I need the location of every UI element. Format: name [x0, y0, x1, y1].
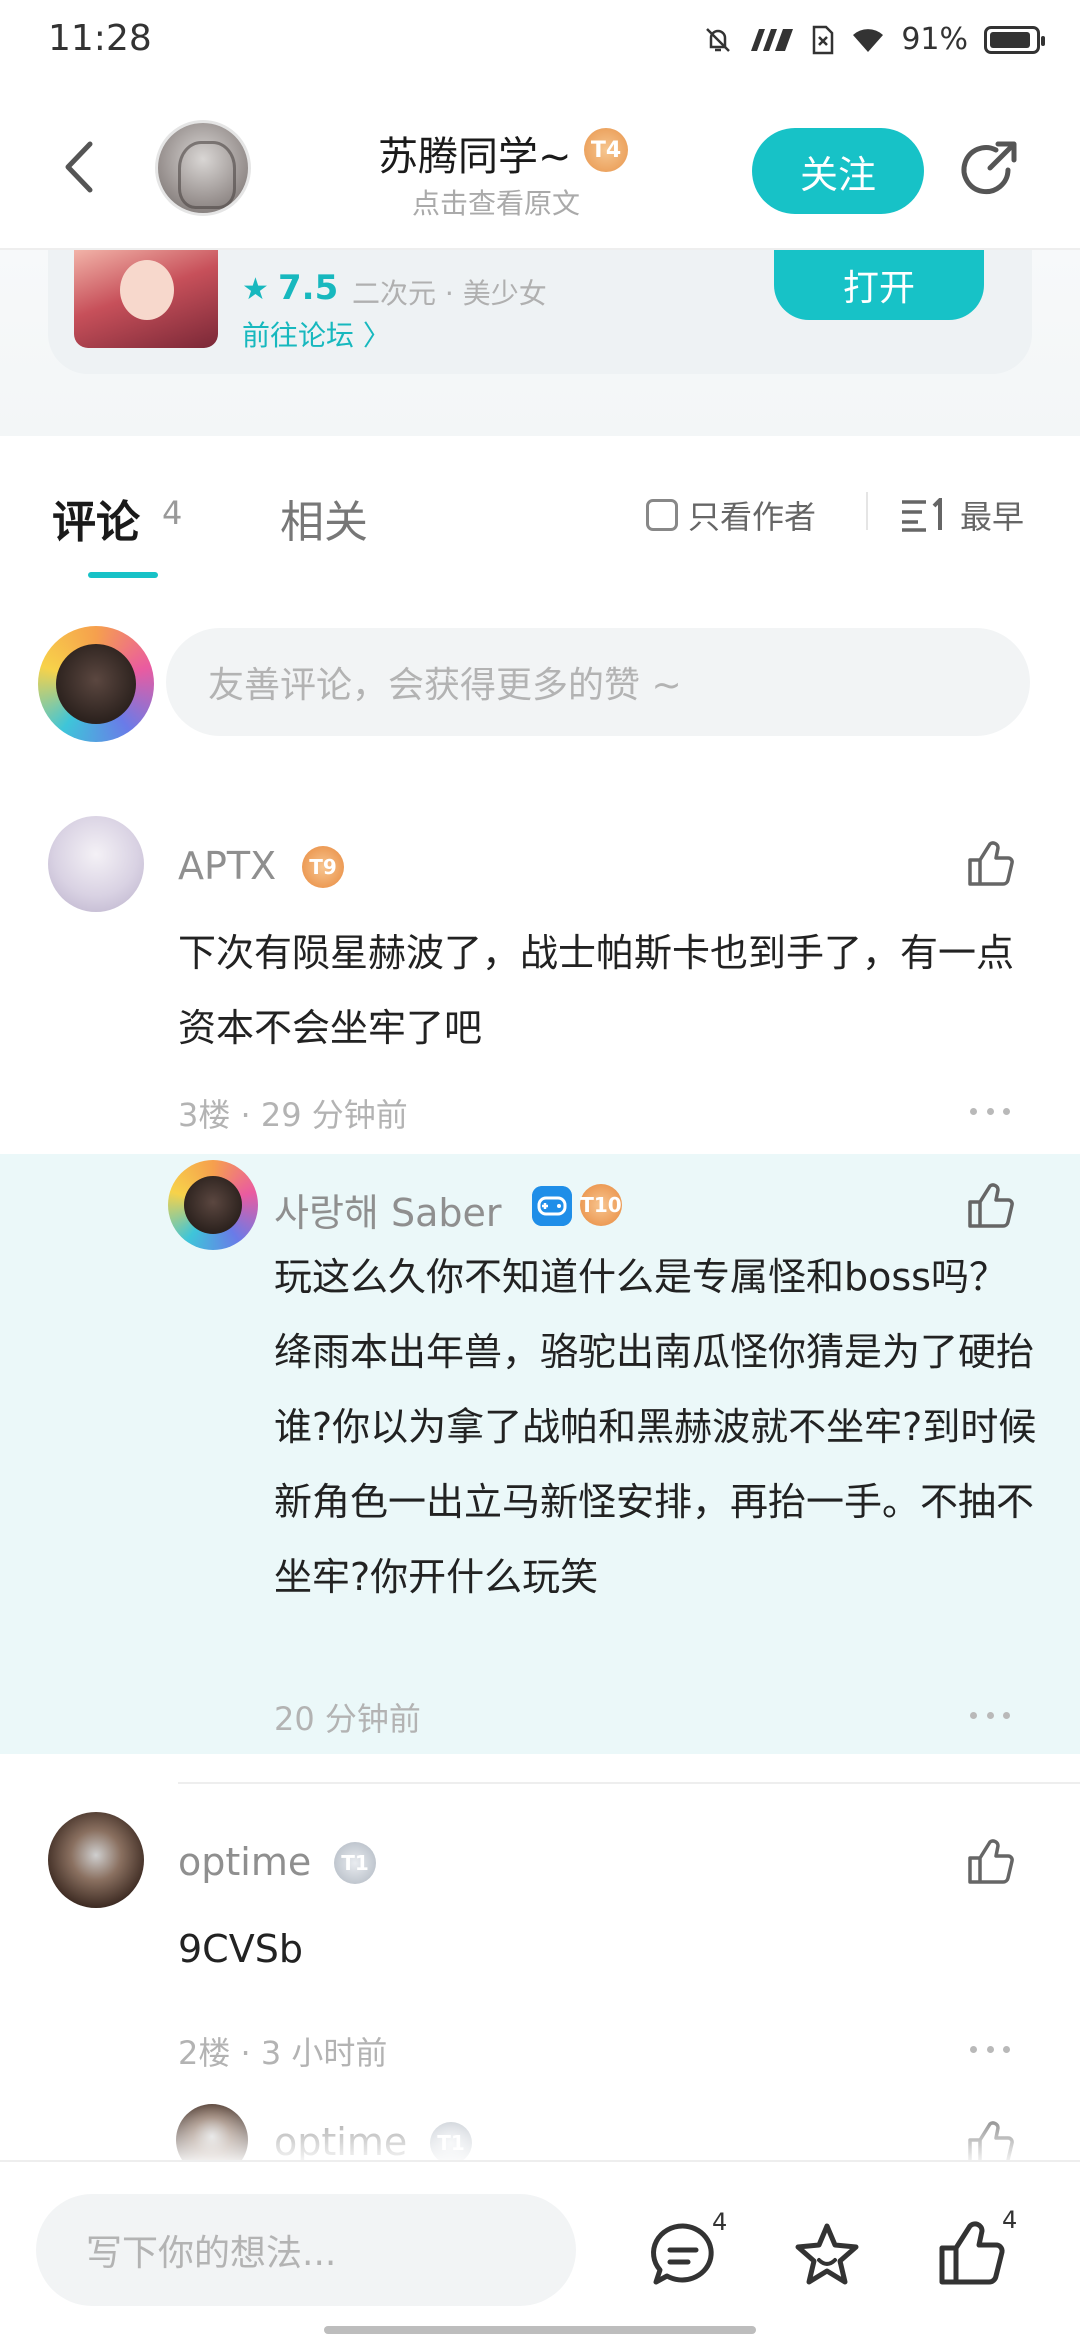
- reply-username[interactable]: 사랑해 Saber: [274, 1182, 502, 1237]
- sort-label: 最早: [960, 498, 1025, 536]
- game-card[interactable]: ★ 7.5 二次元 · 美少女 前往论坛 〉 打开: [48, 250, 1032, 374]
- battery-percent: 91%: [901, 22, 968, 57]
- comment-text: 9CVSb: [178, 1927, 303, 1971]
- status-bar: 11:28 91%: [0, 0, 1080, 84]
- like-icon[interactable]: [964, 838, 1016, 890]
- favorite-star-icon[interactable]: [792, 2220, 862, 2290]
- author-only-toggle[interactable]: 只看作者: [646, 492, 816, 538]
- bottom-comment-input[interactable]: 写下你的想法...: [36, 2194, 576, 2306]
- tab-bar: 评论 4 相关 只看作者 最早: [0, 436, 1080, 592]
- sort-toggle[interactable]: 最早: [900, 492, 1024, 538]
- mute-bell-icon: [706, 27, 731, 52]
- tab-related[interactable]: 相关: [280, 486, 368, 550]
- more-options-icon[interactable]: [970, 1712, 1010, 1724]
- no-sim-icon: [813, 25, 834, 54]
- game-tags: 二次元 · 美少女: [352, 277, 547, 310]
- status-icons: 91%: [703, 22, 1045, 57]
- status-time: 11:28: [48, 18, 152, 59]
- home-indicator[interactable]: [324, 2326, 756, 2334]
- user-level-badge: T9: [302, 846, 344, 888]
- more-options-icon[interactable]: [970, 2046, 1010, 2058]
- user-level-badge: T10: [580, 1184, 622, 1226]
- back-arrow-icon[interactable]: [52, 132, 112, 202]
- user-level-badge: T1: [334, 1842, 376, 1884]
- share-icon[interactable]: [956, 136, 1024, 204]
- active-tab-indicator: [88, 572, 158, 578]
- gamer-badge-icon: [532, 1186, 572, 1226]
- reply-text: 玩这么久你不知道什么是专属怪和boss吗？绛雨本出年兽，骆驼出南瓜怪你猜是为了硬…: [274, 1255, 1037, 1599]
- sort-icon: [902, 498, 942, 532]
- my-avatar[interactable]: [38, 626, 154, 742]
- like-thumb-icon[interactable]: [936, 2218, 1006, 2288]
- follow-button[interactable]: 关注: [752, 128, 924, 214]
- tab-divider: [866, 492, 868, 530]
- author-only-checkbox[interactable]: [646, 499, 678, 531]
- like-icon[interactable]: [964, 1836, 1016, 1888]
- comment-avatar[interactable]: [48, 1812, 144, 1908]
- comment-divider: [178, 1782, 1080, 1784]
- top-header: 苏腾同学~ T4 点击查看原文 关注: [0, 84, 1080, 250]
- comment-username[interactable]: optime: [178, 1840, 311, 1884]
- comment-bubble-icon[interactable]: [648, 2220, 718, 2290]
- comment-text: 下次有陨星赫波了，战士帕斯卡也到手了，有一点资本不会坐牢了吧: [178, 931, 1015, 1050]
- view-original-link[interactable]: 点击查看原文: [412, 182, 580, 222]
- more-options-icon[interactable]: [970, 1108, 1010, 1120]
- like-icon[interactable]: [964, 1180, 1016, 1232]
- open-game-button[interactable]: 打开: [774, 250, 984, 320]
- comment-meta: 3楼 · 29 分钟前: [178, 1096, 408, 1134]
- comments-count: 4: [162, 494, 183, 532]
- rating-star-icon: ★: [242, 272, 269, 307]
- author-name[interactable]: 苏腾同学~: [378, 124, 572, 182]
- bottom-fade: [0, 2100, 1080, 2160]
- reply-meta: 20 分钟前: [274, 1700, 421, 1738]
- wifi-icon: [853, 28, 884, 52]
- reply-avatar-inner: [184, 1176, 242, 1234]
- comment-avatar[interactable]: [48, 816, 144, 912]
- game-rating: 7.5: [278, 268, 339, 308]
- battery-fill: [990, 31, 1031, 48]
- comment-count: 4: [712, 2208, 728, 2236]
- author-only-label: 只看作者: [688, 498, 817, 536]
- author-avatar[interactable]: [155, 120, 251, 216]
- comment-input[interactable]: 友善评论，会获得更多的赞 ~: [166, 628, 1030, 736]
- bottom-bar: 写下你的想法... 4 4: [0, 2160, 1080, 2340]
- go-to-forum-link[interactable]: 前往论坛 〉: [242, 314, 391, 354]
- game-card-area: ★ 7.5 二次元 · 美少女 前往论坛 〉 打开: [0, 250, 1080, 436]
- like-count: 4: [1002, 2206, 1018, 2234]
- signal-hd-icon: [751, 28, 794, 51]
- game-thumbnail[interactable]: [74, 250, 218, 348]
- comment-username[interactable]: APTX: [178, 844, 276, 888]
- comment-meta: 2楼 · 3 小时前: [178, 2034, 388, 2072]
- author-level-badge: T4: [584, 128, 628, 172]
- battery-icon: [984, 25, 1045, 54]
- tab-comments[interactable]: 评论: [52, 486, 140, 550]
